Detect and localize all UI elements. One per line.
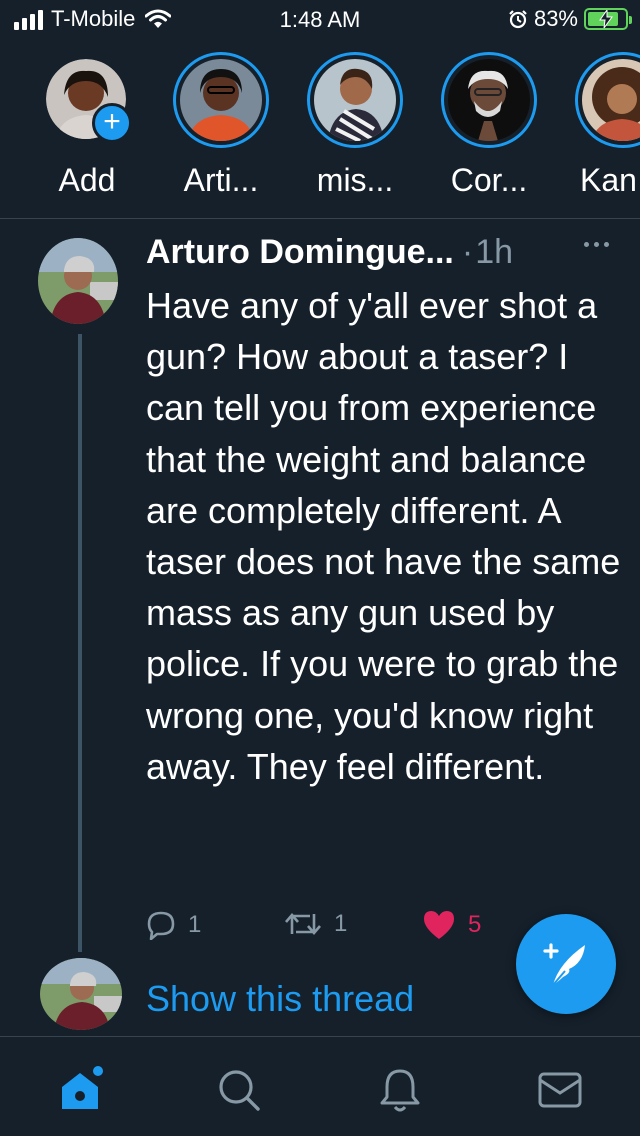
twitter-timeline-screen: T-Mobile 1:48 AM 83% + Add Arti... mis..… — [0, 0, 640, 1136]
fleet-label: Add — [58, 162, 116, 198]
reply-icon — [147, 911, 175, 940]
fleet-add[interactable]: + Add — [32, 52, 142, 199]
bell-icon — [380, 1069, 420, 1112]
tweet-author-name[interactable]: Arturo Domingue... — [146, 233, 454, 272]
retweet-icon — [285, 913, 321, 935]
add-icon[interactable]: + — [92, 103, 132, 143]
more-options-icon[interactable] — [584, 242, 609, 247]
home-icon — [62, 1066, 103, 1109]
status-bar: T-Mobile 1:48 AM 83% — [0, 0, 640, 40]
battery-percent: 83% — [533, 6, 578, 31]
show-this-thread-link[interactable]: Show this thread — [146, 978, 414, 1020]
divider — [0, 218, 640, 219]
tweet-separator: · — [461, 232, 474, 271]
tab-messages[interactable] — [535, 1065, 585, 1115]
retweet-button[interactable]: 1 — [284, 910, 347, 938]
heart-icon — [424, 911, 454, 939]
avatar: + — [46, 59, 132, 143]
tweet-author-avatar[interactable] — [38, 238, 118, 324]
fleet-label: Kan — [580, 162, 637, 198]
tweet-timestamp: 1h — [475, 232, 514, 271]
bottom-tab-bar — [0, 1036, 640, 1136]
like-count: 5 — [468, 911, 482, 938]
tweet-actions: 1 1 5 — [146, 910, 506, 950]
avatar — [314, 59, 396, 141]
avatar — [180, 59, 262, 141]
fleet-label: Cor... — [450, 162, 528, 198]
tab-home[interactable] — [56, 1065, 106, 1115]
tab-notifications[interactable] — [375, 1065, 425, 1115]
fleet-item[interactable]: Kan — [568, 52, 640, 199]
thread-connector-line — [78, 334, 82, 952]
mail-icon — [538, 1072, 582, 1108]
fleets-row: + Add Arti... mis... Cor... Kan — [0, 52, 640, 202]
retweet-count: 1 — [334, 910, 348, 937]
reply-count: 1 — [188, 911, 202, 938]
avatar — [582, 59, 640, 141]
tab-search[interactable] — [214, 1065, 264, 1115]
tweet-header: Arturo Domingue... · 1h — [146, 232, 626, 272]
fleet-item[interactable]: Cor... — [434, 52, 544, 199]
like-button[interactable]: 5 — [422, 910, 481, 940]
fleet-item[interactable]: mis... — [300, 52, 410, 199]
compose-tweet-button[interactable] — [516, 914, 616, 1014]
fleet-label: mis... — [316, 162, 394, 198]
compose-tweet-icon — [543, 943, 585, 986]
search-icon — [219, 1070, 260, 1111]
avatar — [448, 59, 530, 141]
tweet-text: Have any of y'all ever shot a gun? How a… — [146, 285, 621, 787]
battery-charging-icon — [584, 8, 632, 30]
fleet-item[interactable]: Arti... — [166, 52, 276, 199]
fleet-label: Arti... — [183, 162, 259, 198]
alarm-icon — [509, 10, 527, 29]
thread-author-avatar[interactable] — [40, 958, 122, 1030]
reply-button[interactable]: 1 — [146, 910, 201, 940]
